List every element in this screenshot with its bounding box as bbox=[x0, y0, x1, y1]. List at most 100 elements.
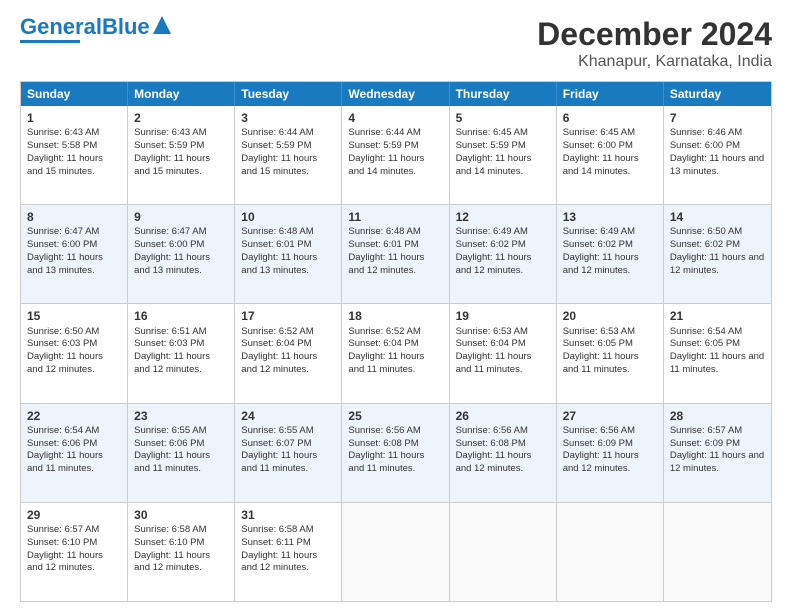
calendar-cell: 4Sunrise: 6:44 AMSunset: 5:59 PMDaylight… bbox=[342, 106, 449, 204]
day-number: 1 bbox=[27, 110, 121, 126]
day-number: 19 bbox=[456, 308, 550, 324]
day-number: 22 bbox=[27, 408, 121, 424]
sunrise-text: Sunrise: 6:53 AM bbox=[456, 326, 528, 337]
sunrise-text: Sunrise: 6:45 AM bbox=[456, 127, 528, 138]
day-number: 3 bbox=[241, 110, 335, 126]
sunset-text: Sunset: 6:05 PM bbox=[563, 338, 633, 349]
sunrise-text: Sunrise: 6:52 AM bbox=[241, 326, 313, 337]
day-number: 30 bbox=[134, 507, 228, 523]
calendar-cell: 8Sunrise: 6:47 AMSunset: 6:00 PMDaylight… bbox=[21, 205, 128, 303]
location-subtitle: Khanapur, Karnataka, India bbox=[537, 53, 772, 71]
sunset-text: Sunset: 6:01 PM bbox=[348, 239, 418, 250]
header-wednesday: Wednesday bbox=[342, 82, 449, 106]
calendar-row-4: 22Sunrise: 6:54 AMSunset: 6:06 PMDayligh… bbox=[21, 403, 771, 502]
day-number: 6 bbox=[563, 110, 657, 126]
daylight-text: Daylight: 11 hours and 12 minutes. bbox=[563, 252, 639, 276]
sunrise-text: Sunrise: 6:54 AM bbox=[27, 425, 99, 436]
sunset-text: Sunset: 6:02 PM bbox=[456, 239, 526, 250]
sunset-text: Sunset: 6:04 PM bbox=[348, 338, 418, 349]
calendar-body: 1Sunrise: 6:43 AMSunset: 5:58 PMDaylight… bbox=[21, 106, 771, 601]
day-number: 25 bbox=[348, 408, 442, 424]
sunrise-text: Sunrise: 6:58 AM bbox=[241, 524, 313, 535]
daylight-text: Daylight: 11 hours and 15 minutes. bbox=[27, 153, 103, 177]
calendar-cell: 25Sunrise: 6:56 AMSunset: 6:08 PMDayligh… bbox=[342, 404, 449, 502]
sunset-text: Sunset: 6:09 PM bbox=[670, 438, 740, 449]
sunrise-text: Sunrise: 6:49 AM bbox=[563, 226, 635, 237]
sunset-text: Sunset: 5:59 PM bbox=[456, 140, 526, 151]
sunrise-text: Sunrise: 6:55 AM bbox=[134, 425, 206, 436]
daylight-text: Daylight: 11 hours and 11 minutes. bbox=[670, 351, 764, 375]
calendar-row-3: 15Sunrise: 6:50 AMSunset: 6:03 PMDayligh… bbox=[21, 303, 771, 402]
sunset-text: Sunset: 6:11 PM bbox=[241, 537, 311, 548]
daylight-text: Daylight: 11 hours and 12 minutes. bbox=[27, 351, 103, 375]
logo-general: General bbox=[20, 14, 102, 39]
sunset-text: Sunset: 6:07 PM bbox=[241, 438, 311, 449]
calendar-cell: 9Sunrise: 6:47 AMSunset: 6:00 PMDaylight… bbox=[128, 205, 235, 303]
calendar-cell bbox=[557, 503, 664, 601]
header-saturday: Saturday bbox=[664, 82, 771, 106]
sunset-text: Sunset: 5:59 PM bbox=[134, 140, 204, 151]
day-number: 21 bbox=[670, 308, 765, 324]
daylight-text: Daylight: 11 hours and 15 minutes. bbox=[241, 153, 317, 177]
sunrise-text: Sunrise: 6:53 AM bbox=[563, 326, 635, 337]
header-monday: Monday bbox=[128, 82, 235, 106]
day-number: 16 bbox=[134, 308, 228, 324]
day-number: 31 bbox=[241, 507, 335, 523]
sunrise-text: Sunrise: 6:56 AM bbox=[348, 425, 420, 436]
sunrise-text: Sunrise: 6:49 AM bbox=[456, 226, 528, 237]
daylight-text: Daylight: 11 hours and 12 minutes. bbox=[670, 252, 764, 276]
sunrise-text: Sunrise: 6:45 AM bbox=[563, 127, 635, 138]
daylight-text: Daylight: 11 hours and 12 minutes. bbox=[241, 550, 317, 574]
daylight-text: Daylight: 11 hours and 12 minutes. bbox=[134, 550, 210, 574]
sunrise-text: Sunrise: 6:55 AM bbox=[241, 425, 313, 436]
calendar-cell: 13Sunrise: 6:49 AMSunset: 6:02 PMDayligh… bbox=[557, 205, 664, 303]
calendar-cell: 18Sunrise: 6:52 AMSunset: 6:04 PMDayligh… bbox=[342, 304, 449, 402]
calendar-cell: 20Sunrise: 6:53 AMSunset: 6:05 PMDayligh… bbox=[557, 304, 664, 402]
daylight-text: Daylight: 11 hours and 11 minutes. bbox=[134, 450, 210, 474]
day-number: 26 bbox=[456, 408, 550, 424]
calendar-cell: 17Sunrise: 6:52 AMSunset: 6:04 PMDayligh… bbox=[235, 304, 342, 402]
daylight-text: Daylight: 11 hours and 12 minutes. bbox=[134, 351, 210, 375]
day-number: 9 bbox=[134, 209, 228, 225]
logo: GeneralBlue bbox=[20, 16, 171, 43]
calendar-cell: 5Sunrise: 6:45 AMSunset: 5:59 PMDaylight… bbox=[450, 106, 557, 204]
sunrise-text: Sunrise: 6:58 AM bbox=[134, 524, 206, 535]
calendar-cell bbox=[664, 503, 771, 601]
sunset-text: Sunset: 6:06 PM bbox=[27, 438, 97, 449]
day-number: 23 bbox=[134, 408, 228, 424]
header-sunday: Sunday bbox=[21, 82, 128, 106]
daylight-text: Daylight: 11 hours and 12 minutes. bbox=[670, 450, 764, 474]
calendar-cell: 29Sunrise: 6:57 AMSunset: 6:10 PMDayligh… bbox=[21, 503, 128, 601]
sunrise-text: Sunrise: 6:50 AM bbox=[670, 226, 742, 237]
sunset-text: Sunset: 6:03 PM bbox=[134, 338, 204, 349]
daylight-text: Daylight: 11 hours and 13 minutes. bbox=[27, 252, 103, 276]
calendar-row-5: 29Sunrise: 6:57 AMSunset: 6:10 PMDayligh… bbox=[21, 502, 771, 601]
sunset-text: Sunset: 6:08 PM bbox=[456, 438, 526, 449]
logo-text: GeneralBlue bbox=[20, 16, 150, 38]
daylight-text: Daylight: 11 hours and 12 minutes. bbox=[456, 450, 532, 474]
sunrise-text: Sunrise: 6:54 AM bbox=[670, 326, 742, 337]
header-tuesday: Tuesday bbox=[235, 82, 342, 106]
sunset-text: Sunset: 5:59 PM bbox=[241, 140, 311, 151]
header-friday: Friday bbox=[557, 82, 664, 106]
sunset-text: Sunset: 6:04 PM bbox=[241, 338, 311, 349]
daylight-text: Daylight: 11 hours and 11 minutes. bbox=[348, 351, 424, 375]
daylight-text: Daylight: 11 hours and 14 minutes. bbox=[563, 153, 639, 177]
calendar-cell: 23Sunrise: 6:55 AM Sunset: 6:06 PMDayligh… bbox=[128, 404, 235, 502]
sunrise-text: Sunrise: 6:57 AM bbox=[670, 425, 742, 436]
calendar-cell: 11Sunrise: 6:48 AMSunset: 6:01 PMDayligh… bbox=[342, 205, 449, 303]
calendar: Sunday Monday Tuesday Wednesday Thursday… bbox=[20, 81, 772, 602]
daylight-text: Daylight: 11 hours and 12 minutes. bbox=[563, 450, 639, 474]
month-title: December 2024 bbox=[537, 16, 772, 53]
sunrise-text: Sunrise: 6:57 AM bbox=[27, 524, 99, 535]
daylight-text: Daylight: 11 hours and 11 minutes. bbox=[27, 450, 103, 474]
calendar-cell: 10Sunrise: 6:48 AMSunset: 6:01 PMDayligh… bbox=[235, 205, 342, 303]
sunset-text: Sunset: 6:05 PM bbox=[670, 338, 740, 349]
daylight-text: Daylight: 11 hours and 13 minutes. bbox=[241, 252, 317, 276]
sunset-text: Sunset: 6:06 PM bbox=[134, 438, 204, 449]
daylight-text: Daylight: 11 hours and 11 minutes. bbox=[241, 450, 317, 474]
sunrise-text: Sunrise: 6:47 AM bbox=[27, 226, 99, 237]
sunrise-text: Sunrise: 6:52 AM bbox=[348, 326, 420, 337]
sunrise-text: Sunrise: 6:43 AM bbox=[134, 127, 206, 138]
calendar-header: Sunday Monday Tuesday Wednesday Thursday… bbox=[21, 82, 771, 106]
